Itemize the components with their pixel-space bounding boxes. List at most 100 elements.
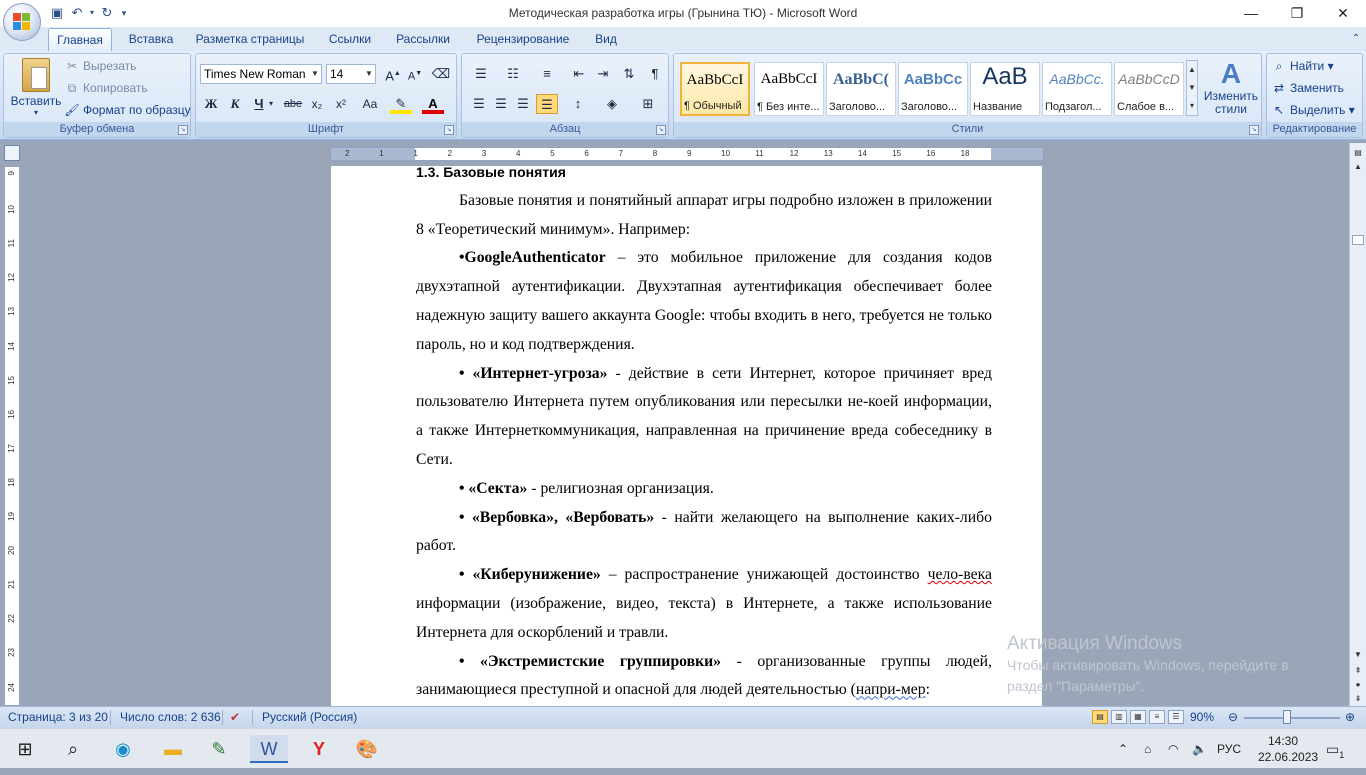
vertical-ruler[interactable]: 9 10 11 12 13 14 15 16 17 18 19 20 21 22 23 24 [4, 166, 20, 706]
yandex-browser-icon[interactable]: Y [300, 735, 338, 763]
ribbon-help-icon[interactable]: ⌃ [1348, 28, 1364, 51]
decrease-indent-icon[interactable]: ⇤ [568, 64, 590, 84]
zoom-in-icon[interactable]: ⊕ [1345, 710, 1355, 724]
zoom-level[interactable]: 90% [1190, 710, 1214, 724]
document-page[interactable]: 1.3. Базовые понятия Базовые понятия и п… [331, 166, 1042, 706]
italic-button[interactable]: К [224, 94, 246, 114]
justify-icon[interactable]: ☰ [536, 94, 558, 114]
clear-format-button[interactable]: ⌫ [430, 64, 452, 84]
superscript-button[interactable]: x² [330, 94, 352, 114]
language[interactable]: Русский (Россия) [262, 710, 357, 724]
style-normal[interactable]: AaBbCcI ¶ Обычный [680, 62, 750, 116]
spelling-error[interactable]: чело-века [928, 566, 992, 583]
tab-view[interactable]: Вид [588, 28, 624, 51]
font-size-combo[interactable]: 14 ▼ [326, 64, 376, 84]
clipboard-launcher-icon[interactable]: ↘ [178, 125, 188, 135]
bold-button[interactable]: Ж [200, 94, 222, 114]
format-painter-button[interactable]: 🖌 Формат по образцу [64, 100, 190, 120]
input-language[interactable]: РУС [1217, 729, 1241, 769]
align-right-icon[interactable]: ☰ [512, 94, 534, 114]
word-count[interactable]: Число слов: 2 636 [120, 710, 221, 724]
style-heading-1[interactable]: AaBbC(Заголово... [826, 62, 896, 116]
select-button[interactable]: ↖ Выделить ▾ [1271, 100, 1355, 120]
font-name-combo[interactable]: Times New Roman ▼ [200, 64, 322, 84]
increase-indent-icon[interactable]: ⇥ [592, 64, 614, 84]
browse-object-icon[interactable]: ● [1352, 679, 1364, 691]
zoom-slider[interactable] [1244, 717, 1340, 719]
sort-icon[interactable]: ⇅ [618, 64, 640, 84]
subscript-button[interactable]: x₂ [306, 94, 328, 114]
full-screen-reading-icon[interactable]: ▥ [1111, 710, 1127, 724]
clock[interactable]: 14:30 22.06.2023 [1258, 729, 1318, 769]
style-subtitle[interactable]: AaBbCc. Подзагол... [1042, 62, 1112, 116]
paste-button[interactable]: Вставить ▾ [10, 58, 62, 120]
scroll-thumb[interactable] [1352, 235, 1364, 245]
print-layout-icon[interactable]: ▤ [1092, 710, 1108, 724]
styles-launcher-icon[interactable]: ↘ [1249, 125, 1259, 135]
align-center-icon[interactable]: ☰ [490, 94, 512, 114]
change-styles-button[interactable]: A Изменить стили [1202, 58, 1260, 122]
multilevel-list-icon[interactable]: ≡ [534, 64, 560, 84]
shrink-font-button[interactable]: A▼ [404, 64, 426, 84]
edge-icon[interactable]: ◉ [104, 735, 142, 763]
tab-review[interactable]: Рецензирование [468, 28, 578, 51]
paint-icon[interactable]: 🎨 [348, 735, 386, 763]
style-subtle-emphasis[interactable]: AaBbCcD Слабое в... [1114, 62, 1184, 116]
page-count[interactable]: Страница: 3 из 20 [8, 710, 108, 724]
zoom-out-icon[interactable]: ⊖ [1228, 710, 1238, 724]
grow-font-button[interactable]: A▲ [382, 64, 404, 84]
windows-start-icon[interactable]: ⊞ [6, 735, 44, 763]
align-left-icon[interactable]: ☰ [468, 94, 490, 114]
line-spacing-icon[interactable]: ↕ [564, 94, 592, 114]
highlight-icon[interactable]: ✎ [390, 94, 412, 114]
notification-icon[interactable]: ▭1 [1326, 729, 1344, 769]
scroll-up-icon[interactable]: ▲ [1352, 161, 1364, 173]
tab-references[interactable]: Ссылки [322, 28, 378, 51]
ruler-toggle-icon[interactable]: ▤ [1352, 147, 1364, 159]
style-title[interactable]: AaB Название [970, 62, 1040, 116]
tab-page-layout[interactable]: Разметка страницы [190, 28, 310, 51]
tray-chevron-icon[interactable]: ⌃ [1118, 729, 1128, 769]
cut-button[interactable]: ✂ Вырезать [64, 56, 136, 76]
replace-button[interactable]: ⇄ Заменить [1271, 78, 1344, 98]
undo-dropdown-icon[interactable]: ▾ [88, 4, 96, 22]
network-icon[interactable]: ◠ [1168, 729, 1178, 769]
tab-selector-icon[interactable] [4, 145, 20, 161]
save-icon[interactable]: ▣ [48, 4, 66, 22]
style-no-spacing[interactable]: AaBbCcI ¶ Без инте... [754, 62, 824, 116]
borders-icon[interactable]: ⊞ [634, 94, 662, 114]
maximize-button[interactable]: ❐ [1274, 0, 1320, 27]
grammar-error[interactable]: напри-мер [856, 681, 926, 698]
outline-icon[interactable]: ≡ [1149, 710, 1165, 724]
copy-button[interactable]: ⧉ Копировать [64, 78, 148, 98]
office-button[interactable] [3, 3, 41, 41]
redo-icon[interactable]: ↻ [98, 4, 116, 22]
next-page-icon[interactable]: ⇟ [1352, 693, 1364, 705]
vertical-scrollbar[interactable]: ▤ ▲ ▼ ⇞ ● ⇟ [1349, 143, 1366, 706]
close-button[interactable]: ✕ [1320, 0, 1366, 27]
search-icon[interactable]: ⌕ [54, 735, 92, 763]
font-launcher-icon[interactable]: ↘ [444, 125, 454, 135]
prev-page-icon[interactable]: ⇞ [1352, 665, 1364, 677]
scroll-down-icon[interactable]: ▼ [1352, 649, 1364, 661]
tab-mailings[interactable]: Рассылки [390, 28, 456, 51]
zoom-slider-thumb[interactable] [1283, 710, 1291, 724]
paragraph-launcher-icon[interactable]: ↘ [656, 125, 666, 135]
web-layout-icon[interactable]: ▦ [1130, 710, 1146, 724]
shading-icon[interactable]: ◈ [598, 94, 626, 114]
find-button[interactable]: ⌕ Найти ▾ [1271, 56, 1334, 76]
document-body[interactable]: 1.3. Базовые понятия Базовые понятия и п… [416, 166, 992, 705]
strikethrough-button[interactable]: abe [282, 94, 304, 114]
customize-icon[interactable]: ▾ [118, 4, 130, 22]
font-color-icon[interactable]: A [422, 94, 444, 114]
numbering-icon[interactable]: ☷ [500, 64, 526, 84]
undo-icon[interactable]: ↶ [68, 4, 86, 22]
styles-scroll[interactable]: ▲ ▼ ▾ [1186, 60, 1198, 116]
tray-device-icon[interactable]: ⌂ [1144, 729, 1151, 769]
bullets-icon[interactable]: ☰ [468, 64, 494, 84]
pilcrow-icon[interactable]: ¶ [644, 64, 666, 84]
proofing-icon[interactable]: ✔ [230, 710, 240, 724]
minimize-button[interactable]: — [1228, 0, 1274, 27]
volume-icon[interactable]: 🔈 [1192, 729, 1207, 769]
draft-icon[interactable]: ☰ [1168, 710, 1184, 724]
